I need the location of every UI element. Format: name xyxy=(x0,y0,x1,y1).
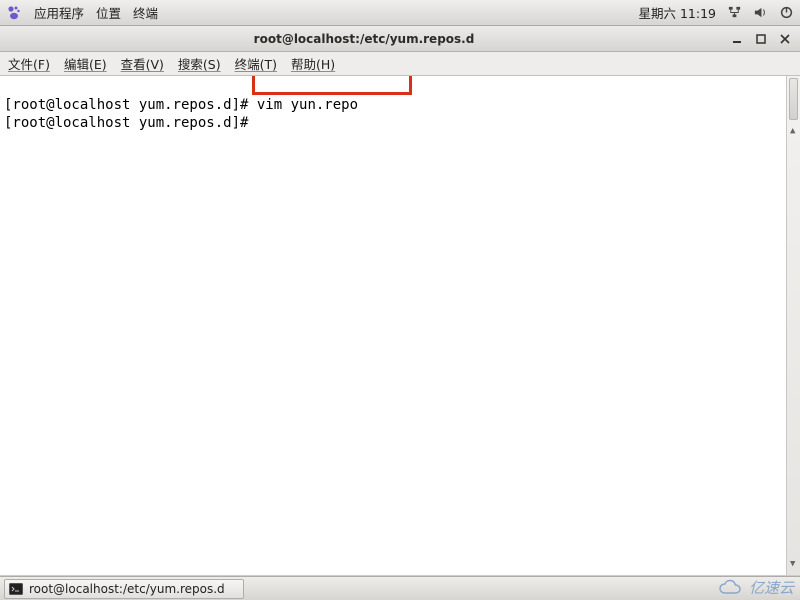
terminal-viewport[interactable]: [root@localhost yum.repos.d]# vim yun.re… xyxy=(0,76,800,576)
gnome-bottom-panel: root@localhost:/etc/yum.repos.d 亿速云 xyxy=(0,576,800,600)
menu-terminal[interactable]: 终端(T) xyxy=(235,54,277,73)
window-titlebar[interactable]: root@localhost:/etc/yum.repos.d xyxy=(0,26,800,52)
menu-file[interactable]: 文件(F) xyxy=(8,54,50,73)
terminal-icon xyxy=(9,582,23,596)
command-text xyxy=(248,115,256,131)
scrollbar-down-icon[interactable]: ▼ xyxy=(790,555,795,573)
panel-clock[interactable]: 星期六 11:19 xyxy=(639,3,717,22)
panel-menu-places[interactable]: 位置 xyxy=(96,3,121,22)
volume-icon[interactable] xyxy=(752,5,768,21)
cloud-icon xyxy=(717,579,745,597)
window-title: root@localhost:/etc/yum.repos.d xyxy=(6,32,722,46)
panel-right: 星期六 11:19 xyxy=(639,3,795,22)
gnome-foot-icon xyxy=(6,5,22,21)
panel-menu-applications[interactable]: 应用程序 xyxy=(34,3,84,22)
close-button[interactable] xyxy=(776,30,794,48)
terminal-menubar: 文件(F) 编辑(E) 查看(V) 搜索(S) 终端(T) 帮助(H) xyxy=(0,52,800,76)
watermark: 亿速云 xyxy=(717,577,794,598)
minimize-button[interactable] xyxy=(728,30,746,48)
menu-edit[interactable]: 编辑(E) xyxy=(64,54,107,73)
prompt: [root@localhost yum.repos.d]# xyxy=(4,115,248,131)
scrollbar-up-icon[interactable]: ▲ xyxy=(790,122,795,140)
terminal-scrollbar[interactable]: ▲ ▼ xyxy=(786,76,800,575)
command-text: vim yun.repo xyxy=(248,97,358,113)
maximize-button[interactable] xyxy=(752,30,770,48)
annotation-highlight-box xyxy=(252,76,412,95)
menu-help[interactable]: 帮助(H) xyxy=(291,54,335,73)
power-icon[interactable] xyxy=(778,5,794,21)
panel-menu-terminal[interactable]: 终端 xyxy=(133,3,158,22)
taskbar-item-label: root@localhost:/etc/yum.repos.d xyxy=(29,582,225,596)
taskbar-item-terminal[interactable]: root@localhost:/etc/yum.repos.d xyxy=(4,579,244,599)
network-icon[interactable] xyxy=(726,5,742,21)
menu-view[interactable]: 查看(V) xyxy=(121,54,164,73)
menu-search[interactable]: 搜索(S) xyxy=(178,54,221,73)
panel-left: 应用程序 位置 终端 xyxy=(6,3,158,22)
gnome-top-panel: 应用程序 位置 终端 星期六 11:19 xyxy=(0,0,800,26)
watermark-text: 亿速云 xyxy=(749,577,794,598)
prompt: [root@localhost yum.repos.d]# xyxy=(4,97,248,113)
